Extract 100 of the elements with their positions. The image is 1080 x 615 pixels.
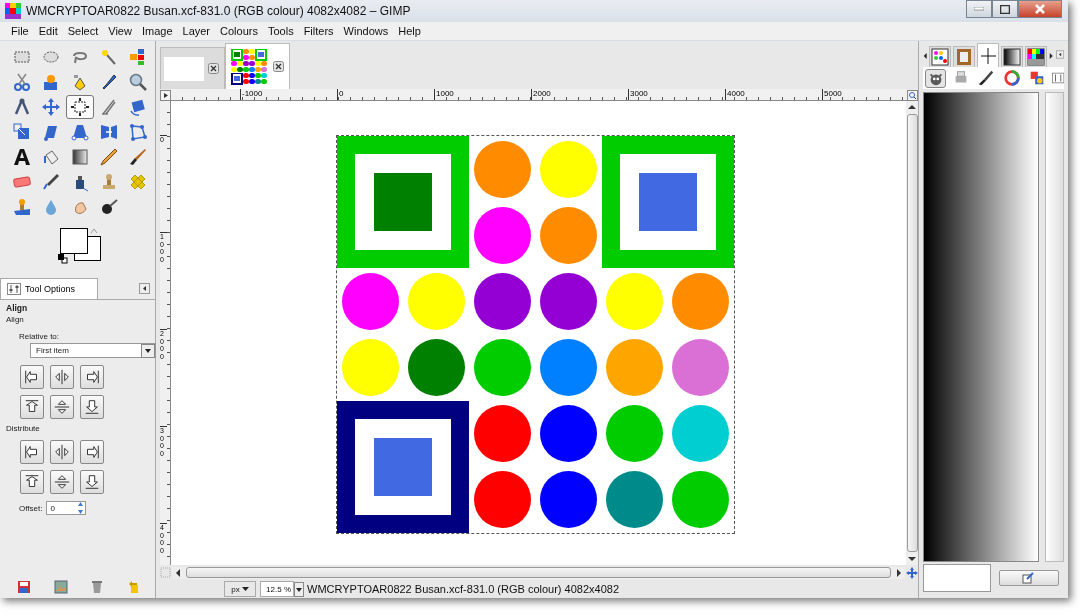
down-arrow-icon: [83, 398, 101, 416]
offset-field[interactable]: 0: [46, 501, 87, 515]
spinner-arrows-icon: [77, 501, 85, 515]
perspective-icon: [70, 122, 90, 142]
sliders-icon: [7, 283, 21, 295]
scrollbar-thumb[interactable]: [186, 567, 891, 578]
middle-arrows-icon: [53, 473, 71, 491]
four-arrows-icon: [41, 97, 61, 117]
align-top-button[interactable]: [20, 395, 44, 419]
corner-lines-icon: [978, 45, 999, 66]
horizontal-scrollbar[interactable]: [172, 566, 905, 579]
magic-wand-icon: [99, 47, 119, 67]
letter-a-icon: [12, 147, 32, 167]
tab-menu-icon[interactable]: [139, 283, 150, 294]
scroll-up-icon: [908, 104, 916, 110]
trash-icon[interactable]: [90, 580, 105, 594]
menu-item[interactable]: Select: [62, 25, 104, 37]
close-button[interactable]: [1018, 0, 1062, 18]
preview-field[interactable]: [923, 564, 991, 592]
caret-icon: [241, 587, 249, 591]
zoom-icon[interactable]: [907, 89, 918, 101]
center-arrows-icon: [53, 368, 71, 386]
scroll-right-icon: [896, 568, 902, 577]
down-arrow-icon: [83, 473, 101, 491]
paintbrush-icon: [128, 147, 148, 167]
middle-arrows-icon: [53, 398, 71, 416]
menu-item[interactable]: Tools: [262, 25, 299, 37]
color-wheel-icon: [1002, 69, 1021, 87]
dock-tab[interactable]: [1001, 46, 1024, 67]
image-tab[interactable]: [225, 43, 290, 89]
tool-button[interactable]: [66, 95, 94, 119]
distribute-left-button[interactable]: [20, 440, 44, 464]
distribute-label: Distribute: [6, 424, 41, 433]
flip-icon: [99, 122, 119, 142]
distribute-right-button[interactable]: [80, 440, 104, 464]
airbrush-icon: [41, 172, 61, 192]
compass-icon: [12, 97, 32, 117]
unit-dropdown[interactable]: px: [224, 581, 256, 597]
tab-menu-icon[interactable]: [1055, 49, 1064, 60]
scroll-left-icon: [175, 568, 181, 577]
rotate-icon: [128, 97, 148, 117]
menu-item[interactable]: Edit: [33, 25, 63, 37]
group-label: Align: [6, 315, 25, 324]
paintbrush-icon: [977, 69, 996, 87]
sliders-icon[interactable]: [1051, 72, 1065, 84]
center-arrows-icon: [53, 443, 71, 461]
status-text: WMCRYPTOAR0822 Busan.xcf-831.0 (RGB colour) 4082x4082: [307, 583, 620, 595]
horizontal-ruler: -1000 0 1000 2000 3000 4000 5000: [171, 89, 907, 101]
menu-item[interactable]: File: [6, 25, 34, 37]
close-icon[interactable]: [273, 61, 284, 72]
align-center-button[interactable]: [50, 365, 74, 389]
maximize-button[interactable]: [992, 0, 1018, 18]
menu-item[interactable]: Windows: [338, 25, 394, 37]
tool-options-tab[interactable]: Tool Options: [0, 278, 99, 299]
edit-button[interactable]: [999, 570, 1059, 586]
scale-icon: [12, 122, 32, 142]
dropdown-caret-icon[interactable]: [294, 581, 304, 597]
dodge-icon: [99, 197, 119, 217]
distribute-center-button[interactable]: [50, 440, 74, 464]
close-icon[interactable]: [208, 63, 219, 74]
stamp-icon: [12, 197, 32, 217]
scissors-icon: [12, 72, 32, 92]
knife-icon: [99, 97, 119, 117]
image-canvas[interactable]: [337, 136, 734, 533]
menu-item[interactable]: View: [103, 25, 137, 37]
scroll-down-icon: [908, 556, 916, 562]
color-swatches-drawing[interactable]: [58, 226, 104, 264]
dock-icon-button[interactable]: [925, 68, 947, 88]
align-middle-button[interactable]: [50, 395, 74, 419]
navigate-icon[interactable]: [906, 566, 918, 579]
close-icon: [1035, 4, 1045, 14]
distribute-top-button[interactable]: [20, 470, 44, 494]
window-title: WMCRYPTOAR0822 Busan.xcf-831.0 (RGB colour) 4082x4082 – GIMP: [26, 4, 412, 18]
relative-to-dropdown[interactable]: First item: [30, 343, 156, 358]
image-icon[interactable]: [53, 580, 68, 594]
zoom-field[interactable]: 12.5 %: [260, 581, 294, 597]
distribute-middle-button[interactable]: [50, 470, 74, 494]
menu-item[interactable]: Help: [393, 25, 426, 37]
relative-to-label: Relative to:: [19, 332, 61, 341]
align-bottom-button[interactable]: [80, 395, 104, 419]
menu-item[interactable]: Image: [136, 25, 178, 37]
maximize-icon: [1000, 4, 1010, 14]
options-title: Align: [6, 303, 29, 313]
menu-item[interactable]: Filters: [298, 25, 339, 37]
bandage-icon: [128, 172, 148, 192]
menu-item[interactable]: Colours: [215, 25, 263, 37]
image-thumbnail: [229, 46, 269, 87]
save-icon[interactable]: [17, 580, 32, 594]
edit-icon: [1022, 572, 1034, 584]
pencil-icon: [99, 147, 119, 167]
menu-item[interactable]: Layer: [177, 25, 216, 37]
blank-thumbnail: [164, 56, 204, 81]
gradient-icon: [1002, 47, 1023, 67]
dock-tab[interactable]: [1025, 46, 1048, 67]
align-right-button[interactable]: [80, 365, 104, 389]
align-left-button[interactable]: [20, 365, 44, 389]
distribute-bottom-button[interactable]: [80, 470, 104, 494]
app-icon: [5, 3, 21, 19]
cage-icon: [128, 122, 148, 142]
canvas-area[interactable]: [171, 101, 906, 565]
